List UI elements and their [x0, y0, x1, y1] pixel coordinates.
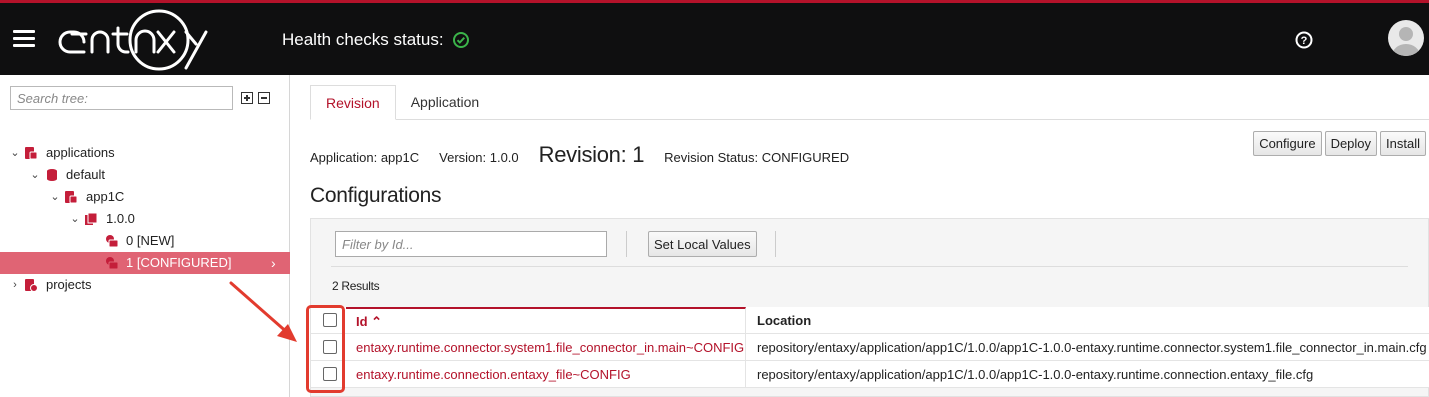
plus-square-icon[interactable] — [241, 92, 253, 104]
question-circle-icon[interactable]: ? — [1294, 30, 1314, 50]
chevron-down-icon[interactable]: ⌄ — [9, 142, 21, 164]
panel-divider — [331, 266, 1408, 267]
row-location: repository/entaxy/application/app1C/1.0.… — [757, 367, 1314, 382]
search-tree-input[interactable] — [10, 86, 233, 110]
tree-label: app1C — [86, 189, 125, 204]
version-label: Version: 1.0.0 — [439, 150, 519, 165]
deploy-button[interactable]: Deploy — [1324, 131, 1378, 156]
database-icon — [47, 169, 57, 181]
tree-node-app1c[interactable]: ⌄ app1C — [0, 186, 290, 208]
svg-text:?: ? — [1301, 35, 1308, 47]
set-local-values-button[interactable]: Set Local Values — [648, 231, 757, 257]
projects-icon — [25, 279, 38, 292]
configurations-panel: Set Local Values 2 Results Id ⌃ Location… — [310, 218, 1429, 397]
row-id-link[interactable]: entaxy.runtime.connector.system1.file_co… — [346, 334, 746, 360]
entaxy-logo[interactable] — [58, 8, 220, 72]
toolbar-divider — [775, 231, 776, 257]
health-label: Health checks status: — [282, 30, 444, 49]
toolbar-divider — [626, 231, 627, 257]
annotation-arrow-icon — [229, 281, 297, 342]
application-label: Application: app1C — [310, 150, 420, 165]
chevron-down-icon[interactable]: ⌄ — [29, 164, 41, 186]
tree-node-revision-0[interactable]: 0 [NEW] — [0, 230, 290, 252]
tree-label: 0 [NEW] — [126, 233, 175, 248]
revision-info: Application: app1C Version: 1.0.0 Revisi… — [310, 142, 849, 168]
configurations-table: Id ⌃ Location entaxy.runtime.connector.s… — [311, 307, 1429, 388]
chevron-down-icon[interactable]: ⌄ — [49, 186, 61, 208]
check-circle-icon[interactable] — [452, 31, 470, 49]
tree-label: 1.0.0 — [106, 211, 135, 226]
table-row: entaxy.runtime.connector.system1.file_co… — [311, 334, 1429, 361]
table-row: entaxy.runtime.connection.entaxy_file~CO… — [311, 361, 1429, 388]
tree-node-applications[interactable]: ⌄ applications — [0, 142, 290, 164]
chevron-down-icon[interactable]: ⌄ — [69, 208, 81, 230]
revision-icon — [106, 257, 119, 270]
sidebar-tree-panel: ⌄ applications ⌄ default ⌄ app1C ⌄ 1.0.0… — [0, 75, 290, 397]
revision-status: Revision Status: CONFIGURED — [664, 150, 850, 165]
chevron-right-icon: › — [271, 255, 276, 271]
row-location: repository/entaxy/application/app1C/1.0.… — [757, 340, 1427, 355]
column-header-location[interactable]: Location — [746, 307, 1429, 333]
tree-label: 1 [CONFIGURED] — [126, 255, 232, 270]
action-buttons: Configure Deploy Install — [1253, 131, 1426, 156]
tab-bar: Revision Application — [310, 85, 494, 120]
annotation-highlight-box — [306, 305, 345, 393]
tab-application[interactable]: Application — [396, 85, 495, 120]
applications-icon — [25, 147, 38, 160]
filter-by-id-input[interactable] — [335, 231, 607, 257]
hamburger-icon[interactable] — [13, 30, 35, 48]
minus-square-icon[interactable] — [258, 92, 270, 104]
user-avatar-icon[interactable] — [1388, 20, 1424, 56]
install-button[interactable]: Install — [1380, 131, 1426, 156]
chevron-right-icon[interactable]: › — [9, 274, 21, 296]
table-header-row: Id ⌃ Location — [311, 307, 1429, 334]
revision-icon — [106, 235, 119, 248]
revision-title: Revision: 1 — [538, 142, 645, 167]
tree-node-revision-1[interactable]: 1 [CONFIGURED] › — [0, 252, 290, 274]
results-count: 2 Results — [332, 279, 380, 293]
health-status: Health checks status: — [282, 30, 470, 50]
tree-node-default[interactable]: ⌄ default — [0, 164, 290, 186]
tab-revision[interactable]: Revision — [310, 85, 396, 120]
configurations-title: Configurations — [310, 184, 442, 207]
tree-label: default — [66, 167, 106, 182]
version-icon — [85, 212, 98, 225]
tree-node-version[interactable]: ⌄ 1.0.0 — [0, 208, 290, 230]
tree-label: projects — [46, 277, 92, 292]
row-id-link[interactable]: entaxy.runtime.connection.entaxy_file~CO… — [346, 361, 746, 387]
top-navbar: Health checks status: ? — [0, 3, 1429, 75]
application-icon — [65, 191, 78, 204]
configure-button[interactable]: Configure — [1253, 131, 1322, 156]
tabs-divider — [310, 119, 1429, 120]
tree-label: applications — [46, 145, 115, 160]
column-header-id[interactable]: Id ⌃ — [346, 307, 746, 333]
